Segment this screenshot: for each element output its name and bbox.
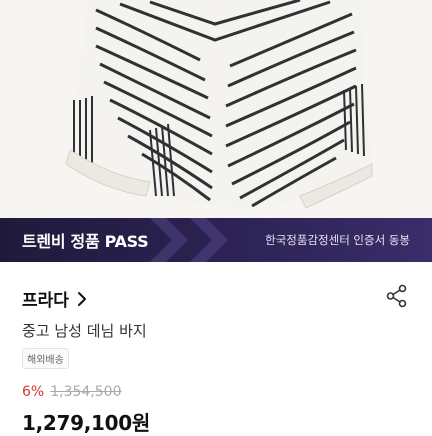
overseas-shipping-badge: 해외배송 <box>22 348 69 369</box>
chevron-right-icon <box>77 291 86 306</box>
share-icon[interactable] <box>386 284 408 308</box>
original-price: 1,354,500 <box>50 384 122 400</box>
striped-shorts-image <box>65 0 373 210</box>
authentic-pass-label: 트렌비 정품 PASS <box>22 232 149 251</box>
price-discount-row: 6% 1,354,500 <box>22 384 121 400</box>
brand-name: 프라다 <box>22 291 69 311</box>
product-title: 중고 남성 데님 바지 <box>22 322 147 340</box>
chevron-pattern-icon <box>150 218 228 262</box>
product-info: 프라다 중고 남성 데님 바지 해외배송 6% 1,354,500 1,279,… <box>0 262 432 435</box>
discount-rate: 6% <box>22 384 45 400</box>
authenticity-banner[interactable]: 트렌비 정품 PASS 한국정품감정센터 인증서 동봉 <box>0 218 432 262</box>
brand-link[interactable]: 프라다 <box>22 286 91 311</box>
certificate-label: 한국정품감정센터 인증서 동봉 <box>265 233 410 247</box>
product-image[interactable] <box>0 0 432 218</box>
